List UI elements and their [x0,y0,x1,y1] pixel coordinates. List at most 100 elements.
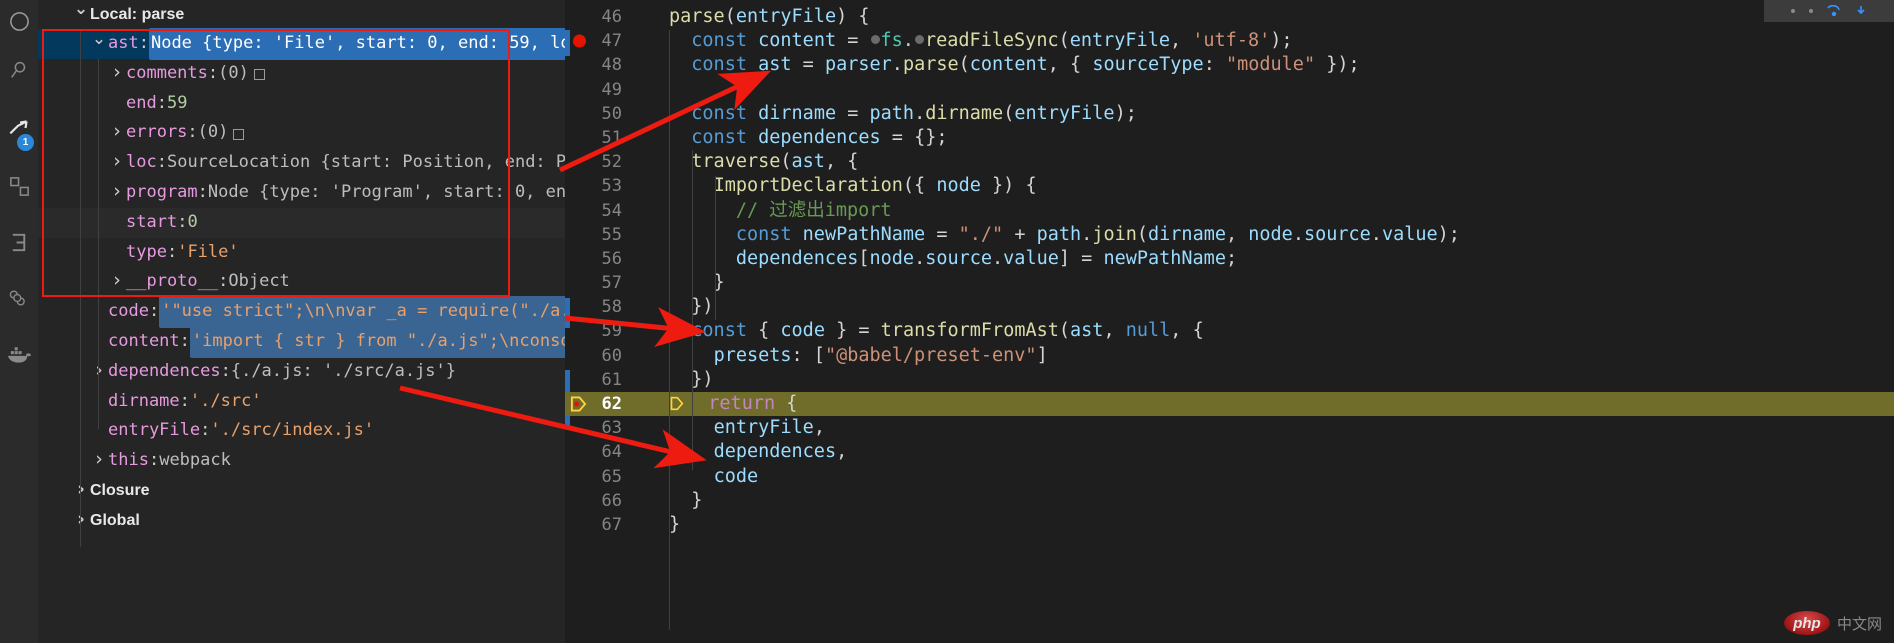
code-token: dependences [735,247,859,269]
code-line[interactable]: 50 const dirname = path.dirname(entryFil… [565,102,1894,126]
debug-variable-row[interactable]: dependences: {./a.js: './src/a.js'} [38,357,565,387]
variable-value: {./a.js: './src/a.js'} [230,360,457,381]
run-debug-icon[interactable] [0,0,38,42]
code-token: code [780,320,825,342]
debug-section-closure[interactable]: Closure [38,476,565,506]
chevron-right-icon[interactable] [108,177,126,209]
line-number: 54 [601,200,622,221]
debug-variable-row[interactable]: __proto__: Object [38,267,565,297]
code-token: . [1292,223,1304,245]
settings-sync-icon[interactable] [0,270,38,326]
code-line[interactable]: 52 traverse(ast, { [565,150,1894,174]
variable-name: this [108,450,149,471]
code-token: parser [824,54,892,76]
code-token: content [969,54,1048,76]
code-token: : [ [791,344,825,366]
code-line[interactable]: 66 } [565,489,1894,513]
code-line[interactable]: 58 }) [565,295,1894,319]
line-number: 59 [601,321,622,342]
code-token: } [669,272,725,294]
source-control-icon[interactable]: 1 [0,98,38,158]
debug-variable-row[interactable]: program: Node {type: 'Program', start: 0… [38,178,565,208]
debug-variable-row[interactable]: comments: (0) [38,59,565,89]
debug-section-local[interactable]: Local: parse [38,0,565,29]
debug-variable-row[interactable]: dirname: './src' [38,387,565,417]
code-token: join [1092,223,1137,245]
breakpoint-icon[interactable] [573,34,586,48]
chevron-right-icon[interactable] [90,445,108,477]
code-line[interactable]: 53 ImportDeclaration({ node }) { [565,174,1894,198]
docker-icon[interactable] [0,326,38,382]
code-line[interactable]: 64 dependences, [565,440,1894,464]
debug-variable-row[interactable]: type: 'File' [38,238,565,268]
chevron-down-icon[interactable] [90,29,108,60]
code-line[interactable]: 46 parse(entryFile) { [565,5,1894,29]
code-line[interactable]: 49 [565,78,1894,102]
code-token: source [1303,223,1371,245]
code-token: = [836,102,870,124]
code-line[interactable]: 59 const { code } = transformFromAst(ast… [565,319,1894,343]
inline-debug-dot-icon [870,35,880,45]
code-line[interactable]: 67} [565,513,1894,537]
code-token: dirname [758,102,837,124]
debug-variable-row[interactable]: this: webpack [38,446,565,476]
code-token: 'utf-8' [1192,30,1271,52]
code-line[interactable]: 48 const ast = parser.parse(content, { s… [565,53,1894,77]
line-number: 56 [601,248,622,269]
code-token: dependences [758,126,881,148]
code-line[interactable]: 56 dependences[node.source.value] = newP… [565,247,1894,271]
chevron-right-icon[interactable] [72,505,90,537]
chevron-right-icon[interactable] [72,475,90,507]
chevron-right-icon[interactable] [108,147,126,179]
chevron-right-icon[interactable] [108,117,126,149]
debug-toolbar-widget[interactable] [1764,0,1894,22]
code-line-text: dependences, [647,440,848,464]
code-editor[interactable]: 46 parse(entryFile) {47 const content = f… [565,0,1894,643]
code-token: , { [1047,54,1093,76]
code-line[interactable]: 47 const content = fs. readFileSync(entry… [565,29,1894,53]
variable-separator: : [166,241,178,262]
code-line-text: entryFile, [647,416,825,440]
variable-separator: : [220,360,231,381]
debug-variable-row[interactable]: end: 59 [38,89,565,119]
code-line[interactable]: 63 entryFile, [565,416,1894,440]
line-number: 65 [601,466,622,487]
debug-variable-row[interactable]: loc: SourceLocation {start: Position, en… [38,148,565,178]
debug-section-global[interactable]: Global [38,506,565,536]
code-token: ( [1136,223,1149,245]
step-into-icon[interactable] [1855,5,1867,17]
code-line[interactable]: 51 const dependences = {}; [565,126,1894,150]
code-token: node [1248,223,1293,245]
debug-variable-row[interactable]: content: 'import { str } from "./a.js";\… [38,325,565,358]
extensions-icon[interactable] [0,158,38,214]
code-line[interactable]: 60 presets: ["@babel/preset-env"] [565,344,1894,368]
step-over-icon[interactable] [1827,5,1841,17]
code-line-list: 46 parse(entryFile) {47 const content = f… [565,0,1894,537]
code-token: , [813,417,825,439]
line-number: 48 [601,55,622,76]
remote-explorer-icon[interactable] [0,214,38,270]
code-line[interactable]: 54 // 过滤出import [565,199,1894,223]
code-line[interactable]: 62 return { [565,392,1894,417]
debug-variable-row[interactable]: start: 0 [38,207,565,238]
line-number: 60 [601,345,622,366]
code-line[interactable]: 55 const newPathName = "./" + path.join(… [565,223,1894,247]
code-token: readFileSync [924,30,1059,52]
code-token: parse [902,54,959,76]
chevron-right-icon[interactable] [108,58,126,90]
search-icon[interactable] [0,42,38,98]
chevron-down-icon[interactable] [72,0,90,30]
variable-value: (0) [218,62,249,83]
debug-variable-row[interactable]: ast: Node {type: 'File', start: 0, end: … [38,28,565,60]
code-line[interactable]: 65 code [565,465,1894,489]
debug-variable-row[interactable]: errors: (0) [38,118,565,148]
debug-variable-row[interactable]: code: '"use strict";\n\nvar _a = require… [38,296,565,328]
code-line[interactable]: 57 } [565,271,1894,295]
debug-section-label: Closure [90,481,150,499]
code-line[interactable]: 61 }) [565,368,1894,392]
code-token: node [869,247,915,269]
chevron-right-icon[interactable] [90,356,108,388]
debug-variable-row[interactable]: entryFile: './src/index.js' [38,416,565,446]
chevron-right-icon[interactable] [108,266,126,298]
